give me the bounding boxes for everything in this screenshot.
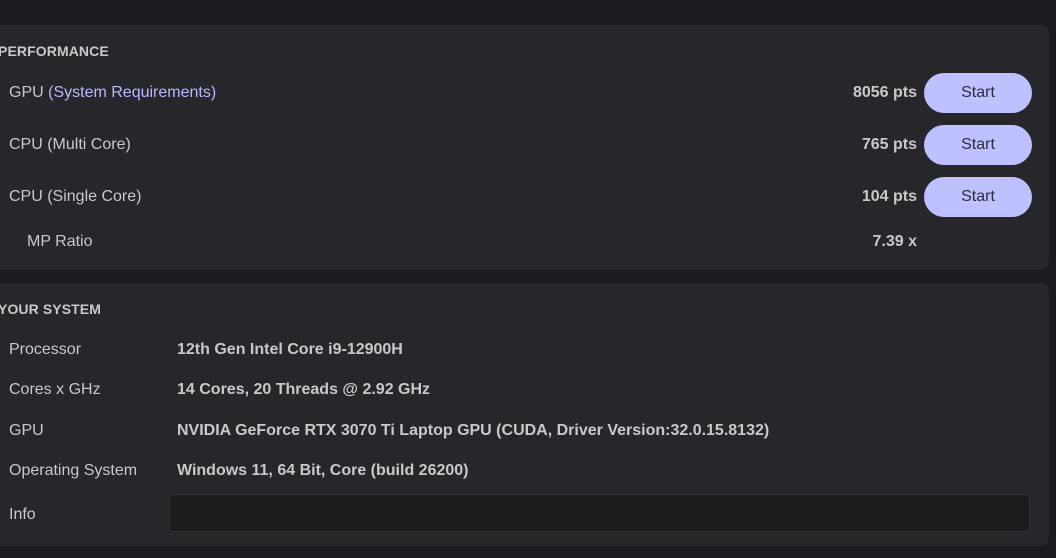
mp-ratio-value: 7.39 x	[872, 233, 917, 250]
info-input[interactable]	[169, 494, 1030, 532]
start-gpu-button[interactable]: Start	[924, 73, 1032, 113]
benchmark-score-cpu-single: 104 pts	[861, 188, 917, 205]
processor-value: 12th Gen Intel Core i9-12900H	[177, 341, 403, 358]
benchmark-row-cpu-single: CPU (Single Core) 104 pts Start	[0, 177, 1049, 217]
info-key: Info	[9, 506, 36, 523]
performance-panel: PERFORMANCE GPU (System Requirements) 80…	[0, 25, 1049, 270]
system-title: YOUR SYSTEM	[0, 301, 102, 317]
cores-key: Cores x GHz	[9, 381, 101, 398]
mp-ratio-row: MP Ratio 7.39 x	[0, 222, 1049, 262]
start-cpu-multi-button[interactable]: Start	[924, 125, 1032, 165]
benchmark-score-gpu: 8056 pts	[852, 84, 917, 101]
gpu-value: NVIDIA GeForce RTX 3070 Ti Laptop GPU (C…	[177, 422, 770, 439]
system-row-cores: Cores x GHz 14 Cores, 20 Threads @ 2.92 …	[0, 378, 1049, 402]
system-row-processor: Processor 12th Gen Intel Core i9-12900H	[0, 338, 1049, 362]
benchmark-label-gpu: GPU (System Requirements)	[9, 84, 216, 102]
benchmark-row-gpu: GPU (System Requirements) 8056 pts Start	[0, 73, 1049, 113]
benchmark-label-cpu-multi: CPU (Multi Core)	[9, 136, 131, 153]
performance-title: PERFORMANCE	[0, 43, 109, 59]
os-key: Operating System	[9, 462, 138, 479]
system-row-os: Operating System Windows 11, 64 Bit, Cor…	[0, 459, 1049, 483]
start-cpu-single-button[interactable]: Start	[924, 177, 1032, 217]
gpu-label-text: GPU	[9, 84, 44, 101]
benchmark-label-cpu-single: CPU (Single Core)	[9, 188, 142, 205]
benchmark-score-cpu-multi: 765 pts	[861, 136, 917, 153]
mp-ratio-label: MP Ratio	[27, 233, 93, 250]
system-requirements-link[interactable]: (System Requirements)	[48, 84, 216, 101]
os-value: Windows 11, 64 Bit, Core (build 26200)	[177, 462, 469, 479]
processor-key: Processor	[9, 341, 82, 358]
cores-value: 14 Cores, 20 Threads @ 2.92 GHz	[177, 381, 431, 398]
system-row-gpu: GPU NVIDIA GeForce RTX 3070 Ti Laptop GP…	[0, 419, 1049, 443]
gpu-key: GPU	[9, 422, 44, 439]
system-panel: YOUR SYSTEM Processor 12th Gen Intel Cor…	[0, 283, 1049, 546]
benchmark-row-cpu-multi: CPU (Multi Core) 765 pts Start	[0, 125, 1049, 165]
